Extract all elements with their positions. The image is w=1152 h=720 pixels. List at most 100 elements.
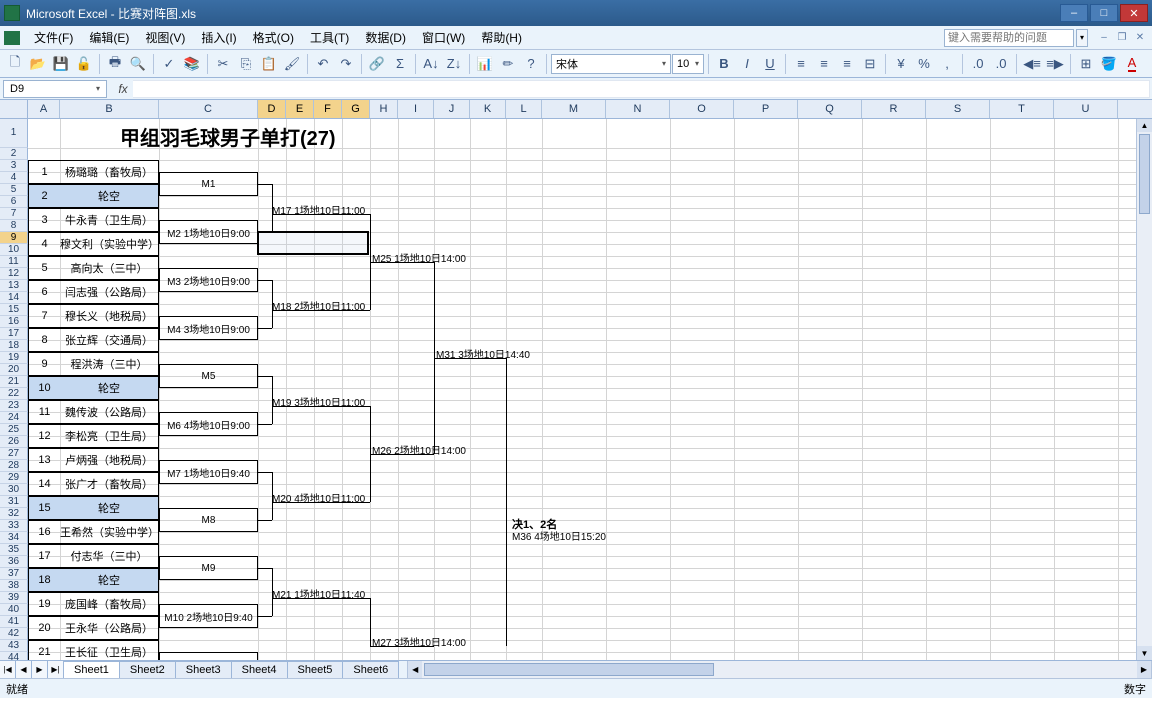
seed-cell[interactable]: 3 bbox=[28, 208, 60, 232]
col-header-T[interactable]: T bbox=[990, 100, 1054, 118]
row-header-35[interactable]: 35 bbox=[0, 544, 28, 556]
col-header-R[interactable]: R bbox=[862, 100, 926, 118]
row-header-31[interactable]: 31 bbox=[0, 496, 28, 508]
doc-close-button[interactable]: ✕ bbox=[1132, 31, 1148, 45]
row-header-40[interactable]: 40 bbox=[0, 604, 28, 616]
player-cell[interactable]: 牛永青（卫生局） bbox=[60, 208, 159, 232]
seed-cell[interactable]: 1 bbox=[28, 160, 60, 184]
match-r1[interactable]: M1 bbox=[159, 172, 258, 196]
match-r1[interactable]: M6 4场地10日9:00 bbox=[159, 412, 258, 436]
doc-minimize-button[interactable]: – bbox=[1096, 31, 1112, 45]
row-header-37[interactable]: 37 bbox=[0, 568, 28, 580]
cut-button[interactable]: ✂ bbox=[212, 53, 234, 75]
col-header-O[interactable]: O bbox=[670, 100, 734, 118]
sheet-tab[interactable]: Sheet6 bbox=[342, 661, 399, 678]
row-header-9[interactable]: 9 bbox=[0, 232, 28, 244]
print-button[interactable]: 🖶 bbox=[104, 53, 126, 75]
player-cell[interactable]: 轮空 bbox=[60, 496, 159, 520]
player-cell[interactable]: 杨璐璐（畜牧局） bbox=[60, 160, 159, 184]
row-header-15[interactable]: 15 bbox=[0, 304, 28, 316]
open-button[interactable]: 📂 bbox=[27, 53, 49, 75]
col-header-D[interactable]: D bbox=[258, 100, 286, 118]
menu-data[interactable]: 数据(D) bbox=[357, 27, 414, 48]
col-header-L[interactable]: L bbox=[506, 100, 542, 118]
seed-cell[interactable]: 7 bbox=[28, 304, 60, 328]
row-header-18[interactable]: 18 bbox=[0, 340, 28, 352]
player-cell[interactable]: 穆长义（地税局） bbox=[60, 304, 159, 328]
worksheet[interactable]: ABCDEFGHIJKLMNOPQRSTU 123456789101112131… bbox=[0, 100, 1152, 660]
research-button[interactable]: 📚 bbox=[181, 53, 203, 75]
scroll-down-button[interactable]: ▼ bbox=[1137, 646, 1152, 660]
comma-button[interactable]: , bbox=[936, 53, 958, 75]
seed-cell[interactable]: 9 bbox=[28, 352, 60, 376]
scroll-left-button[interactable]: ◀ bbox=[408, 661, 422, 678]
bold-button[interactable]: B bbox=[713, 53, 735, 75]
seed-cell[interactable]: 14 bbox=[28, 472, 60, 496]
row-header-12[interactable]: 12 bbox=[0, 268, 28, 280]
seed-cell[interactable]: 4 bbox=[28, 232, 60, 256]
player-cell[interactable]: 王希然（实验中学） bbox=[60, 520, 159, 544]
scroll-up-button[interactable]: ▲ bbox=[1137, 118, 1152, 132]
row-header-16[interactable]: 16 bbox=[0, 316, 28, 328]
player-cell[interactable]: 王永华（公路局） bbox=[60, 616, 159, 640]
menu-file[interactable]: 文件(F) bbox=[26, 27, 81, 48]
row-header-10[interactable]: 10 bbox=[0, 244, 28, 256]
close-button[interactable]: ✕ bbox=[1120, 4, 1148, 22]
match-r1[interactable]: M11 3场地10日9:40 bbox=[159, 652, 258, 660]
menu-tools[interactable]: 工具(T) bbox=[302, 27, 357, 48]
seed-cell[interactable]: 16 bbox=[28, 520, 60, 544]
align-right-button[interactable]: ≡ bbox=[836, 53, 858, 75]
player-cell[interactable]: 轮空 bbox=[60, 184, 159, 208]
col-header-K[interactable]: K bbox=[470, 100, 506, 118]
row-header-4[interactable]: 4 bbox=[0, 172, 28, 184]
row-header-27[interactable]: 27 bbox=[0, 448, 28, 460]
increase-indent-button[interactable]: ≡▶ bbox=[1044, 53, 1066, 75]
player-cell[interactable]: 魏传波（公路局） bbox=[60, 400, 159, 424]
decrease-indent-button[interactable]: ◀≡ bbox=[1021, 53, 1043, 75]
sheet-tab[interactable]: Sheet1 bbox=[63, 661, 120, 678]
scroll-right-button[interactable]: ▶ bbox=[1137, 661, 1151, 678]
paste-button[interactable]: 📋 bbox=[258, 53, 280, 75]
row-header-28[interactable]: 28 bbox=[0, 460, 28, 472]
tab-next-button[interactable]: ▶ bbox=[32, 661, 48, 678]
row-header-7[interactable]: 7 bbox=[0, 208, 28, 220]
borders-button[interactable]: ⊞ bbox=[1075, 53, 1097, 75]
row-header-41[interactable]: 41 bbox=[0, 616, 28, 628]
tab-prev-button[interactable]: ◀ bbox=[16, 661, 32, 678]
seed-cell[interactable]: 15 bbox=[28, 496, 60, 520]
col-header-F[interactable]: F bbox=[314, 100, 342, 118]
hyperlink-button[interactable]: 🔗 bbox=[366, 53, 388, 75]
help-search-dropdown[interactable]: ▾ bbox=[1076, 29, 1088, 47]
row-header-20[interactable]: 20 bbox=[0, 364, 28, 376]
row-header-23[interactable]: 23 bbox=[0, 400, 28, 412]
row-header-26[interactable]: 26 bbox=[0, 436, 28, 448]
col-header-C[interactable]: C bbox=[159, 100, 258, 118]
row-header-42[interactable]: 42 bbox=[0, 628, 28, 640]
row-header-21[interactable]: 21 bbox=[0, 376, 28, 388]
decrease-decimal-button[interactable]: .0 bbox=[990, 53, 1012, 75]
menu-window[interactable]: 窗口(W) bbox=[414, 27, 473, 48]
row-header-32[interactable]: 32 bbox=[0, 508, 28, 520]
row-header-17[interactable]: 17 bbox=[0, 328, 28, 340]
match-r1[interactable]: M5 bbox=[159, 364, 258, 388]
name-box[interactable]: D9▾ bbox=[3, 80, 107, 98]
col-header-B[interactable]: B bbox=[60, 100, 159, 118]
help-search-input[interactable] bbox=[944, 29, 1074, 47]
horizontal-scrollbar[interactable]: ◀ ▶ bbox=[407, 661, 1152, 678]
col-header-Q[interactable]: Q bbox=[798, 100, 862, 118]
redo-button[interactable]: ↷ bbox=[335, 53, 357, 75]
row-header-43[interactable]: 43 bbox=[0, 640, 28, 652]
col-header-A[interactable]: A bbox=[28, 100, 60, 118]
player-cell[interactable]: 李松亮（卫生局） bbox=[60, 424, 159, 448]
autosum-button[interactable]: Σ bbox=[389, 53, 411, 75]
menu-view[interactable]: 视图(V) bbox=[137, 27, 193, 48]
seed-cell[interactable]: 12 bbox=[28, 424, 60, 448]
col-header-M[interactable]: M bbox=[542, 100, 606, 118]
row-header-25[interactable]: 25 bbox=[0, 424, 28, 436]
permissions-button[interactable]: 🔓 bbox=[73, 53, 95, 75]
row-headers[interactable]: 1234567891011121314151617181920212223242… bbox=[0, 118, 28, 660]
copy-button[interactable]: ⎘ bbox=[235, 53, 257, 75]
match-r1[interactable]: M10 2场地10日9:40 bbox=[159, 604, 258, 628]
percent-button[interactable]: % bbox=[913, 53, 935, 75]
font-color-button[interactable]: A bbox=[1121, 53, 1143, 75]
